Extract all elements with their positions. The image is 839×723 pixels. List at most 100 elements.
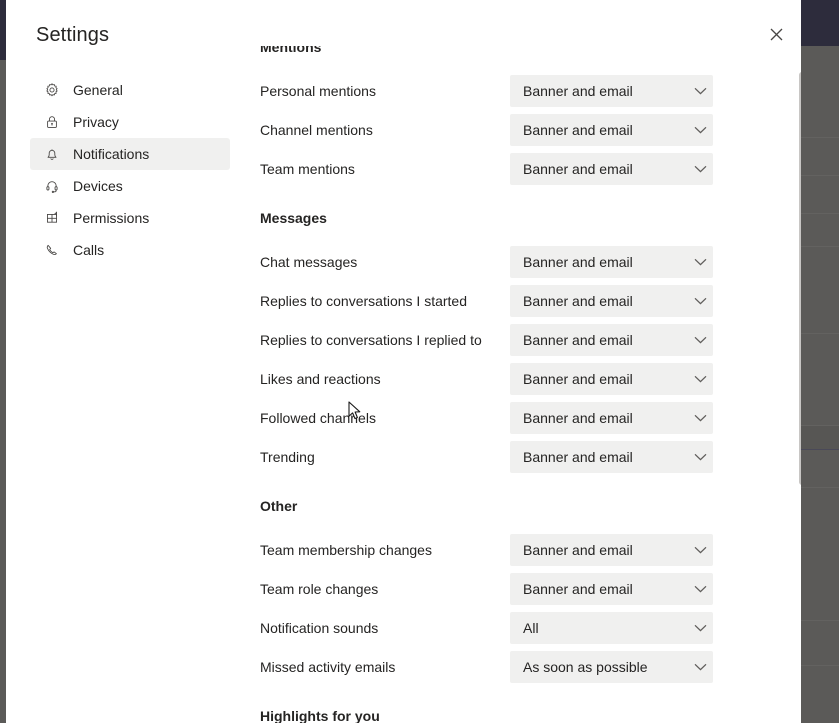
page-title: Settings [36, 24, 109, 47]
sidebar-item-privacy[interactable]: Privacy [30, 106, 230, 138]
setting-label: Notification sounds [260, 620, 378, 636]
dropdown-likes-reactions[interactable]: Banner and email [510, 363, 713, 395]
setting-label: Followed channels [260, 410, 376, 426]
section-heading-messages: Messages [254, 210, 801, 226]
chevron-down-icon [687, 375, 713, 383]
dropdown-team-role-changes[interactable]: Banner and email [510, 573, 713, 605]
dropdown-personal-mentions[interactable]: Banner and email [510, 75, 713, 107]
setting-row-likes-reactions: Likes and reactions Banner and email [254, 359, 801, 398]
backdrop-divider [801, 449, 839, 450]
setting-row-team-membership-changes: Team membership changes Banner and email [254, 530, 801, 569]
setting-label: Replies to conversations I started [260, 293, 467, 309]
dropdown-channel-mentions[interactable]: Banner and email [510, 114, 713, 146]
dropdown-trending[interactable]: Banner and email [510, 441, 713, 473]
dropdown-team-membership-changes[interactable]: Banner and email [510, 534, 713, 566]
chevron-down-icon [687, 165, 713, 173]
sidebar-item-permissions[interactable]: Permissions [30, 202, 230, 234]
vertical-scrollbar[interactable] [799, 72, 801, 485]
dropdown-value: Banner and email [510, 161, 687, 177]
backdrop-divider [801, 487, 839, 488]
setting-label: Missed activity emails [260, 659, 395, 675]
dropdown-value: Banner and email [510, 122, 687, 138]
dropdown-team-mentions[interactable]: Banner and email [510, 153, 713, 185]
setting-row-missed-activity-emails: Missed activity emails As soon as possib… [254, 647, 801, 686]
setting-row-replies-started: Replies to conversations I started Banne… [254, 281, 801, 320]
notifications-settings-panel: Mentions Personal mentions Banner and em… [254, 46, 801, 723]
backdrop-divider [801, 333, 839, 334]
section-heading-highlights: Highlights for you [254, 708, 801, 723]
dropdown-value: Banner and email [510, 371, 687, 387]
sidebar-item-label: Privacy [73, 115, 119, 129]
setting-row-team-role-changes: Team role changes Banner and email [254, 569, 801, 608]
backdrop-titlebar-right [801, 0, 839, 46]
setting-label: Chat messages [260, 254, 357, 270]
headset-icon [42, 176, 62, 196]
gear-icon [42, 80, 62, 100]
dropdown-value: Banner and email [510, 293, 687, 309]
sidebar-item-label: Devices [73, 179, 123, 193]
dropdown-value: Banner and email [510, 332, 687, 348]
backdrop-highlight [801, 426, 839, 449]
backdrop-divider [801, 620, 839, 621]
lock-icon [42, 112, 62, 132]
close-icon [770, 28, 783, 44]
dropdown-value: Banner and email [510, 83, 687, 99]
setting-label: Personal mentions [260, 83, 376, 99]
setting-label: Replies to conversations I replied to [260, 332, 482, 348]
backdrop-divider [801, 246, 839, 247]
setting-row-followed-channels: Followed channels Banner and email [254, 398, 801, 437]
setting-row-trending: Trending Banner and email [254, 437, 801, 476]
sidebar-item-label: Permissions [73, 211, 149, 225]
dropdown-replies-replied[interactable]: Banner and email [510, 324, 713, 356]
dropdown-value: Banner and email [510, 449, 687, 465]
setting-label: Likes and reactions [260, 371, 381, 387]
setting-row-chat-messages: Chat messages Banner and email [254, 242, 801, 281]
backdrop-right [801, 0, 839, 723]
chevron-down-icon [687, 414, 713, 422]
sidebar-item-label: General [73, 83, 123, 97]
setting-label: Team role changes [260, 581, 378, 597]
chevron-down-icon [687, 126, 713, 134]
setting-label: Team membership changes [260, 542, 432, 558]
section-heading-mentions: Mentions [254, 46, 801, 55]
chevron-down-icon [687, 624, 713, 632]
backdrop-divider [801, 665, 839, 666]
chevron-down-icon [687, 546, 713, 554]
dropdown-value: Banner and email [510, 410, 687, 426]
dropdown-value: Banner and email [510, 581, 687, 597]
dropdown-value: All [510, 620, 687, 636]
dropdown-replies-started[interactable]: Banner and email [510, 285, 713, 317]
permissions-icon [42, 208, 62, 228]
dropdown-value: Banner and email [510, 254, 687, 270]
sidebar-item-general[interactable]: General [30, 74, 230, 106]
chevron-down-icon [687, 336, 713, 344]
setting-row-notification-sounds: Notification sounds All [254, 608, 801, 647]
dropdown-notification-sounds[interactable]: All [510, 612, 713, 644]
setting-row-personal-mentions: Personal mentions Banner and email [254, 71, 801, 110]
chevron-down-icon [687, 297, 713, 305]
dropdown-chat-messages[interactable]: Banner and email [510, 246, 713, 278]
backdrop-divider [801, 175, 839, 176]
sidebar-item-devices[interactable]: Devices [30, 170, 230, 202]
chevron-down-icon [687, 87, 713, 95]
settings-dialog: Settings General [6, 0, 801, 723]
chevron-down-icon [687, 663, 713, 671]
bell-icon [42, 144, 62, 164]
section-heading-other: Other [254, 498, 801, 514]
phone-icon [42, 240, 62, 260]
chevron-down-icon [687, 453, 713, 461]
sidebar-item-label: Calls [73, 243, 104, 257]
dropdown-followed-channels[interactable]: Banner and email [510, 402, 713, 434]
setting-label: Channel mentions [260, 122, 373, 138]
dropdown-value: Banner and email [510, 542, 687, 558]
chevron-down-icon [687, 585, 713, 593]
setting-row-replies-replied: Replies to conversations I replied to Ba… [254, 320, 801, 359]
sidebar-item-label: Notifications [73, 147, 149, 161]
dropdown-missed-activity-emails[interactable]: As soon as possible [510, 651, 713, 683]
sidebar-item-calls[interactable]: Calls [30, 234, 230, 266]
setting-label: Team mentions [260, 161, 355, 177]
setting-row-channel-mentions: Channel mentions Banner and email [254, 110, 801, 149]
dropdown-value: As soon as possible [510, 659, 687, 675]
sidebar-item-notifications[interactable]: Notifications [30, 138, 230, 170]
chevron-down-icon [687, 258, 713, 266]
